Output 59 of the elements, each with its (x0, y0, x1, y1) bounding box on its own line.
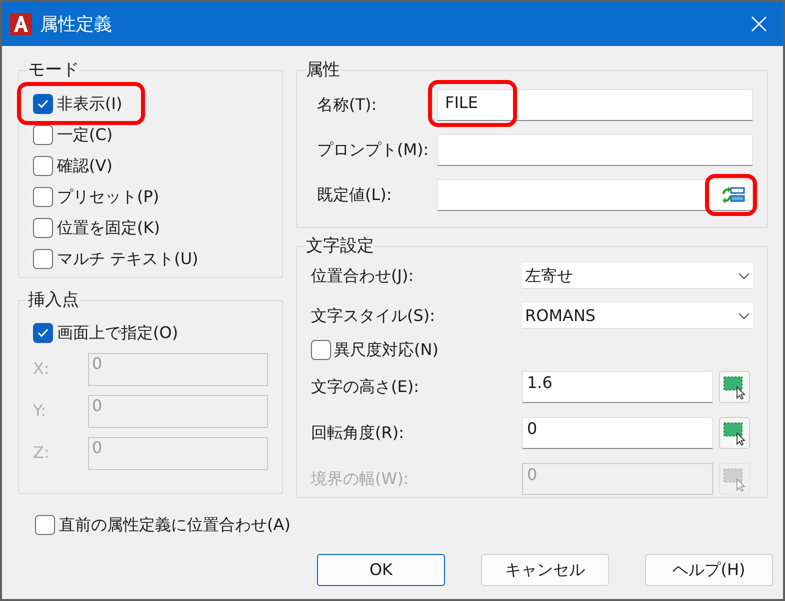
refresh-list-icon (721, 184, 745, 204)
chevron-down-icon (738, 312, 750, 320)
checkbox-label: マルチ テキスト(U) (57, 248, 198, 270)
setting-label: 文字の高さ(E): (311, 376, 420, 398)
setting-label: 回転角度(R): (311, 422, 405, 444)
coordinate-label: X: (33, 358, 50, 380)
setting-label: 文字スタイル(S): (311, 305, 436, 327)
coordinate-label: Y: (33, 400, 48, 422)
group-title: 属性 (305, 60, 341, 80)
text-field[interactable]: 1.6 (522, 371, 713, 403)
checkbox[interactable] (311, 340, 331, 360)
checkbox[interactable] (33, 218, 53, 238)
text-field[interactable] (437, 178, 753, 210)
checkbox-label: 確認(V) (57, 154, 112, 176)
text-field[interactable]: 0 (522, 417, 713, 449)
checkbox-label: 位置を固定(K) (57, 216, 160, 238)
checkbox-label: 直前の属性定義に位置合わせ(A) (59, 514, 290, 536)
pick-point-button[interactable] (719, 417, 750, 449)
field-value: FILE (445, 92, 478, 114)
field-label: 名称(T): (316, 94, 378, 116)
checkbox[interactable] (33, 323, 53, 343)
checkbox-label: 一定(C) (57, 124, 113, 146)
group-title: 文字設定 (305, 236, 375, 256)
pick-point-icon (722, 466, 748, 492)
pick-point-icon (722, 420, 748, 446)
dialog-button[interactable]: キャンセル (481, 554, 609, 586)
checkbox[interactable] (33, 156, 53, 176)
dialog-button[interactable]: OK (317, 554, 445, 586)
field-label: 既定値(L): (316, 184, 393, 206)
coordinate-label: Z: (33, 442, 50, 464)
checkbox[interactable] (33, 248, 53, 268)
app-logo-icon (10, 13, 32, 35)
check-icon (37, 328, 49, 338)
check-icon (37, 98, 49, 108)
checkbox-label: 画面上で指定(O) (57, 322, 178, 344)
setting-label: 境界の幅(W): (311, 468, 410, 490)
chevron-down-icon (738, 272, 750, 280)
dropdown-value: 左寄せ (525, 264, 574, 286)
dropdown[interactable]: 左寄せ (522, 263, 753, 289)
checkbox[interactable] (33, 94, 53, 114)
pick-point-icon (722, 374, 748, 400)
setting-label: 位置合わせ(J): (311, 265, 415, 287)
text-field[interactable]: FILE (437, 88, 753, 120)
window-title: 属性定義 (40, 12, 112, 36)
group-title: モード (27, 60, 80, 80)
checkbox-label: プリセット(P) (57, 186, 160, 208)
checkbox[interactable] (33, 186, 53, 206)
checkbox-label: 異尺度対応(N) (334, 339, 438, 361)
close-icon[interactable] (751, 16, 767, 32)
field-label: プロンプト(M): (316, 138, 430, 160)
text-field[interactable] (437, 134, 753, 166)
dropdown-value: ROMANS (525, 304, 597, 326)
checkbox[interactable] (33, 124, 53, 144)
dialog-button[interactable]: ヘルプ(H) (645, 554, 773, 586)
pick-point-button[interactable] (719, 371, 750, 403)
checkbox-label: 非表示(I) (57, 92, 122, 114)
group-title: 挿入点 (27, 290, 80, 310)
dropdown[interactable]: ROMANS (522, 303, 753, 329)
checkbox[interactable] (35, 515, 55, 535)
